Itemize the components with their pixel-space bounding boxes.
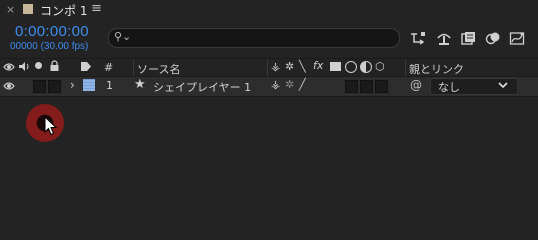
column-divider [267,59,268,76]
motion-blur-switch[interactable] [345,80,358,93]
frame-blending-column-icon [330,62,341,71]
lock-toggle[interactable] [48,80,61,93]
comp-flowchart-icon[interactable] [410,30,426,46]
parent-dropdown-value: なし [438,81,460,94]
adjustment-layer-icon [360,61,372,73]
adjustment-switch[interactable] [360,80,373,93]
column-number-header: # [104,61,114,74]
mouse-cursor-icon [44,116,58,136]
motion-blur-column-icon [345,61,357,73]
solo-toggle[interactable] [33,80,46,93]
layer-name[interactable]: シェイプレイヤー 1 [153,79,251,95]
3d-layer-switch[interactable] [375,80,388,93]
eye-icon [3,63,15,71]
layer-index: 1 [106,79,113,92]
label-icon [81,62,91,71]
quality-icon: ╲ [299,60,306,73]
shy-icon: ⚶ [271,60,281,73]
draft-3d-icon[interactable] [436,30,452,46]
column-divider [133,59,134,76]
search-input[interactable] [108,28,400,48]
frame-count-display: 00000 (30.00 fps) [10,41,89,52]
solo-icon [35,62,42,69]
pickwhip-icon[interactable]: @ [410,78,422,92]
collapse-switch-icon[interactable]: ✲ [285,78,294,91]
eye-icon[interactable] [3,81,15,91]
label-color-swatch[interactable] [83,79,95,91]
star-icon: ★ [134,77,146,92]
frame-blending-icon[interactable] [461,30,477,46]
audio-icon [19,62,29,71]
current-time-display[interactable]: 0:00:00:00 [15,23,89,40]
shy-switch-icon[interactable]: ⚶ [271,78,280,91]
dropdown-chevron-icon [498,82,508,89]
column-parent-header[interactable]: 親とリンク [409,61,464,77]
lock-icon [50,60,59,71]
column-divider [405,59,406,76]
graph-editor-icon[interactable] [509,30,525,46]
menu-icon[interactable]: ≡ [91,1,102,16]
close-icon[interactable]: × [6,3,15,16]
quality-switch-icon[interactable]: ╱ [299,78,306,91]
composition-tab-title[interactable]: コンポ 1 [40,2,87,19]
composition-color-swatch [23,4,33,14]
collapse-icon: ✲ [285,60,295,73]
fx-icon: fx [313,59,324,72]
motion-blur-icon[interactable] [485,30,501,46]
3d-layer-icon: ⬡ [375,60,385,73]
column-source-name-header[interactable]: ソース名 [137,61,180,77]
search-icon: ⚲⌄ [114,30,132,43]
expand-chevron-icon[interactable]: › [70,78,75,92]
